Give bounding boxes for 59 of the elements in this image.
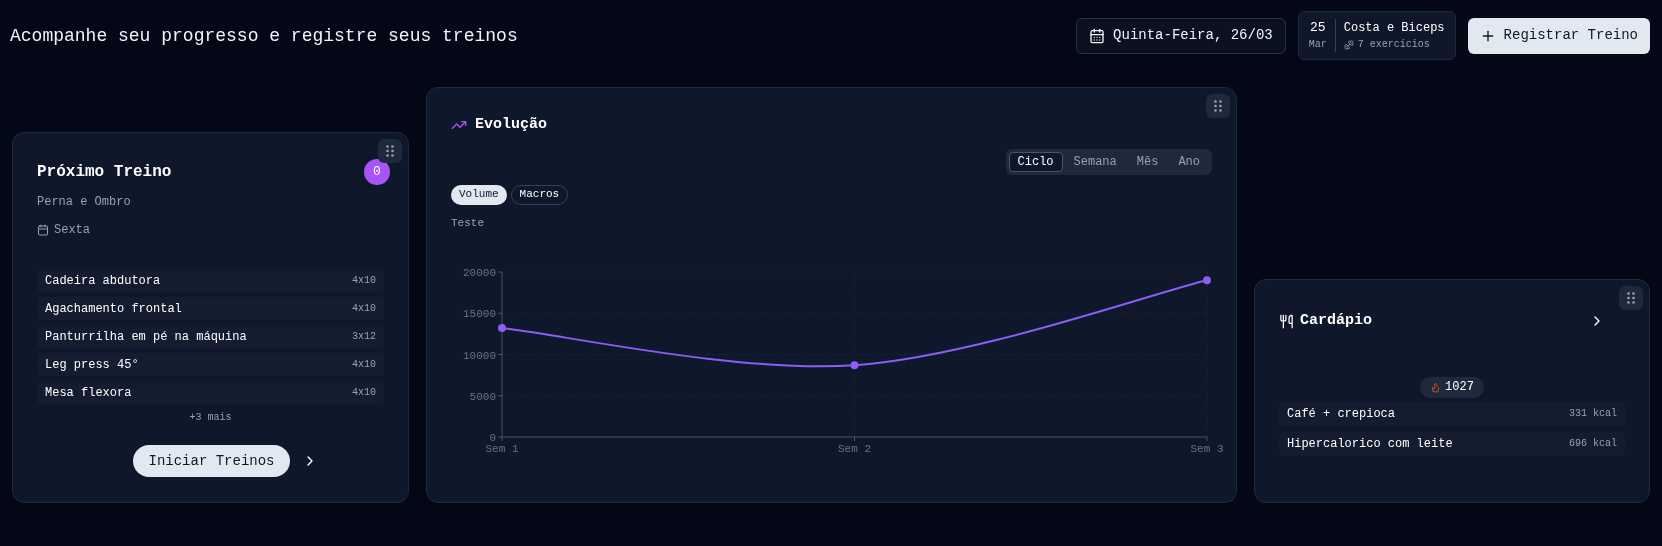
- period-tab[interactable]: Semana: [1064, 151, 1126, 172]
- calories-total: 1027: [1445, 379, 1474, 396]
- card-title: Cardápio: [1300, 311, 1372, 331]
- axis-label: 10000: [463, 349, 496, 362]
- grip-icon: [386, 145, 394, 157]
- drag-handle[interactable]: [1206, 94, 1230, 118]
- date-button[interactable]: Quinta-Feira, 26/03: [1076, 17, 1286, 54]
- grip-icon: [1214, 100, 1222, 112]
- axis-label: 15000: [463, 308, 496, 321]
- chart-label: Teste: [451, 215, 485, 231]
- calendar-icon: [37, 224, 49, 236]
- workout-chip[interactable]: 25 Mar Costa e Biceps 7 exercícios: [1297, 11, 1456, 60]
- meal-name: Café + crepioca: [1287, 405, 1396, 423]
- period-tab[interactable]: Ano: [1169, 151, 1209, 172]
- data-point: [1203, 276, 1211, 285]
- meal-name: Hipercalorico com leite: [1287, 435, 1453, 453]
- axis-label: 0: [489, 432, 496, 444]
- exercise-name: Mesa flexora: [45, 384, 132, 402]
- exercise-sets: 4x10: [352, 386, 376, 400]
- data-point: [850, 361, 859, 370]
- drag-handle[interactable]: [378, 139, 402, 163]
- workout-subtitle: Perna e Ombro: [37, 194, 132, 211]
- axis-label: Sem 3: [1190, 443, 1224, 455]
- exercise-name: Panturrilha em pé na máquina: [45, 328, 247, 346]
- chip-month: Mar: [1308, 38, 1327, 52]
- utensils-icon: [1279, 313, 1294, 329]
- exercise-sets: 4x10: [352, 358, 376, 372]
- exercise-name: Leg press 45°: [45, 356, 139, 374]
- start-workout-button[interactable]: Iniciar Treinos: [133, 445, 290, 477]
- register-button[interactable]: Registrar Treino: [1467, 17, 1650, 54]
- chip-exercise-count: 7 exercícios: [1357, 38, 1430, 52]
- drag-handle[interactable]: [1619, 286, 1643, 310]
- card-title: Evolução: [475, 115, 547, 135]
- card-title: Próximo Treino: [37, 162, 172, 183]
- period-tab[interactable]: Ciclo: [1008, 151, 1063, 172]
- chip-day: 25: [1309, 19, 1326, 37]
- axis-label: 20000: [463, 267, 496, 279]
- workout-day: Sexta: [54, 221, 90, 239]
- exercise-name: Cadeira abdutora: [45, 272, 161, 290]
- meal-calories: 331 kcal: [1569, 407, 1617, 421]
- flame-icon: [1430, 381, 1442, 393]
- page-title: Acompanhe seu progresso e registre seus treinos: [10, 25, 518, 48]
- exercise-sets: 3x12: [352, 330, 376, 344]
- axis-label: 5000: [469, 390, 496, 403]
- exercise-sets: 4x10: [352, 274, 376, 288]
- meal-calories: 696 kcal: [1569, 437, 1617, 451]
- grip-icon: [1627, 292, 1635, 304]
- data-point: [498, 324, 506, 333]
- calendar-icon: [1089, 27, 1106, 44]
- more-exercises: +3 mais: [189, 411, 232, 425]
- axis-label: Sem 2: [838, 443, 871, 455]
- count-badge: 0: [364, 159, 390, 185]
- dumbbell-icon: [1343, 39, 1354, 50]
- axis-label: Sem 1: [485, 443, 519, 455]
- metric-toggle[interactable]: Volume: [451, 184, 507, 205]
- chip-workout-name: Costa e Biceps: [1343, 20, 1445, 37]
- exercise-name: Agachamento frontal: [45, 300, 182, 318]
- period-tab[interactable]: Mês: [1127, 151, 1168, 172]
- exercise-sets: 4x10: [352, 302, 376, 316]
